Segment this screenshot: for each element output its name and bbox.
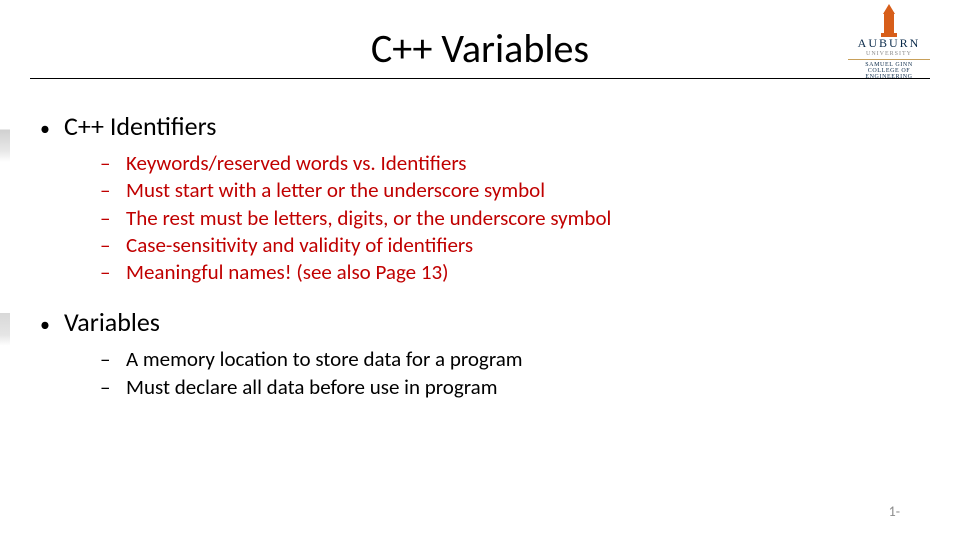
bullet-variables-text: Variables [64, 306, 160, 338]
list-item-text: Must declare all data before use in prog… [126, 374, 497, 400]
list-item: –Must declare all data before use in pro… [100, 374, 840, 401]
identifiers-sublist: –Keywords/reserved words vs. Identifiers… [100, 150, 840, 286]
list-item-text: Meaningful names! (see also Page 13) [126, 259, 449, 285]
dash-icon: – [100, 150, 126, 177]
dash-icon: – [100, 205, 126, 232]
page-number: 1- [889, 503, 900, 520]
bullet-dot-icon: • [40, 313, 64, 337]
bullet-dot-icon: • [40, 117, 64, 141]
variables-sublist: –A memory location to store data for a p… [100, 346, 840, 401]
slide: AUBURN UNIVERSITY SAMUEL GINN COLLEGE OF… [0, 0, 960, 540]
dash-icon: – [100, 232, 126, 259]
list-item-text: A memory location to store data for a pr… [126, 346, 523, 372]
dash-icon: – [100, 346, 126, 373]
list-item-text: Must start with a letter or the undersco… [126, 177, 545, 203]
bullet-identifiers-text: C++ Identifiers [64, 110, 216, 142]
list-item: –Case-sensitivity and validity of identi… [100, 232, 840, 259]
list-item-text: Case-sensitivity and validity of identif… [126, 232, 473, 258]
dash-icon: – [100, 259, 126, 286]
list-item: –Meaningful names! (see also Page 13) [100, 259, 840, 286]
bullet-identifiers: •C++ Identifiers [40, 110, 840, 150]
dash-icon: – [100, 374, 126, 401]
list-item: –Keywords/reserved words vs. Identifiers [100, 150, 840, 177]
list-item: –The rest must be letters, digits, or th… [100, 205, 840, 232]
bullet-variables: •Variables [40, 306, 840, 346]
title-underline [30, 78, 930, 79]
dash-icon: – [100, 177, 126, 204]
slide-content: •C++ Identifiers –Keywords/reserved word… [40, 110, 840, 421]
list-item: –Must start with a letter or the undersc… [100, 177, 840, 204]
list-item: –A memory location to store data for a p… [100, 346, 840, 373]
list-item-text: The rest must be letters, digits, or the… [126, 205, 611, 231]
slide-title: C++ Variables [0, 24, 960, 81]
list-item-text: Keywords/reserved words vs. Identifiers [126, 150, 467, 176]
